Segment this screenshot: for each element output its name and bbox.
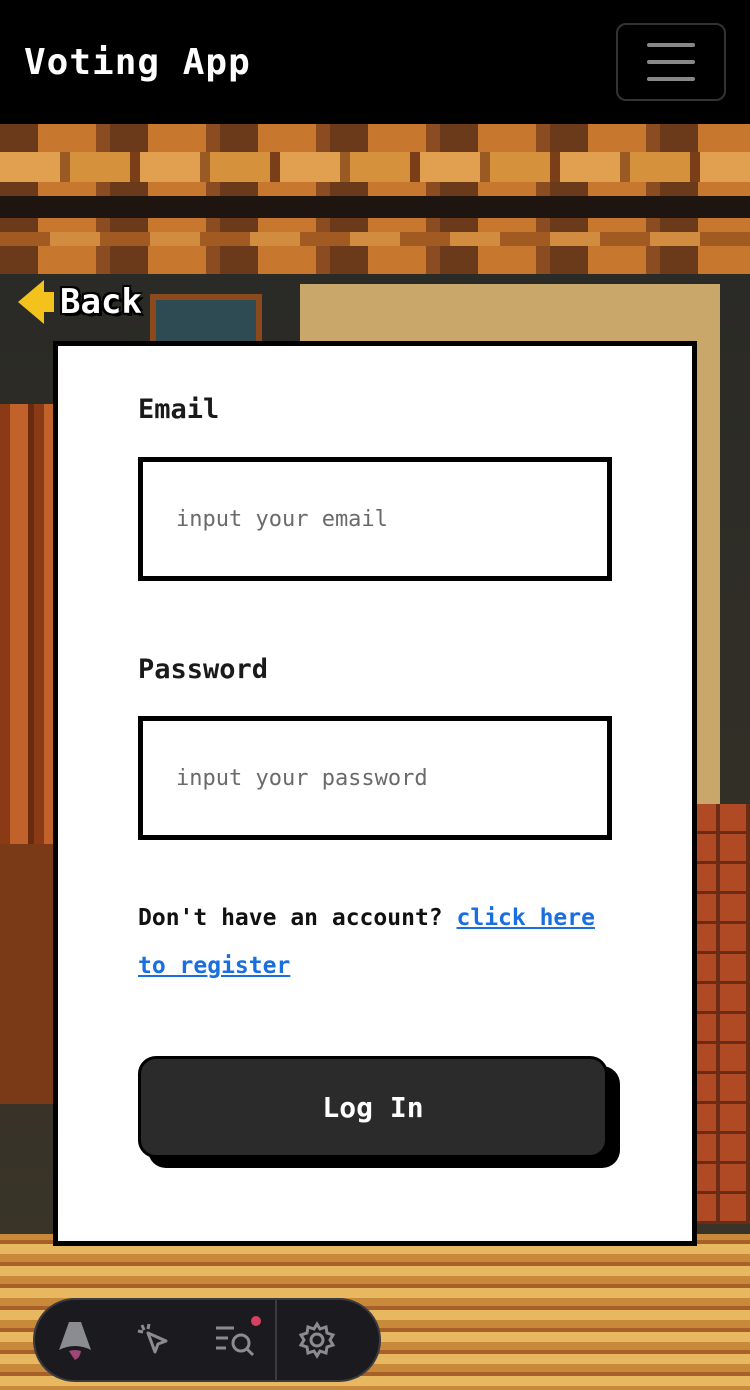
inspect-button[interactable] <box>115 1298 195 1382</box>
ceiling-band <box>0 152 750 182</box>
dev-toolbar <box>33 1298 381 1382</box>
password-field[interactable] <box>138 716 612 840</box>
ceiling-beam <box>0 196 750 218</box>
notification-dot <box>251 1316 261 1326</box>
top-navbar: Voting App <box>0 0 750 124</box>
settings-button[interactable] <box>277 1298 357 1382</box>
wooden-shelf <box>0 844 60 1104</box>
email-label: Email <box>138 394 220 425</box>
app-title[interactable]: Voting App <box>24 42 251 83</box>
login-card: Email Password Don't have an account? cl… <box>53 341 697 1246</box>
arrow-left-icon <box>18 280 54 324</box>
login-button-wrap: Log In <box>138 1056 620 1168</box>
hamburger-icon <box>647 60 695 64</box>
hamburger-icon <box>647 43 695 47</box>
gear-icon <box>298 1321 336 1359</box>
brick-wall <box>690 804 750 1224</box>
account-prompt-text: Don't have an account? <box>138 905 443 931</box>
pointer-inspect-icon <box>137 1323 168 1354</box>
register-prompt: Don't have an account? click here to reg… <box>138 894 618 990</box>
menu-toggle-button[interactable] <box>616 23 726 101</box>
back-label: Back <box>60 282 142 322</box>
astro-menu-button[interactable] <box>35 1298 115 1382</box>
audit-search-icon <box>216 1326 255 1357</box>
astro-logo-icon <box>59 1322 91 1360</box>
back-link[interactable]: Back <box>18 280 142 324</box>
password-label: Password <box>138 654 269 685</box>
hamburger-icon <box>647 77 695 81</box>
ceiling-trim <box>0 232 750 246</box>
email-field[interactable] <box>138 457 612 581</box>
login-button[interactable]: Log In <box>138 1056 608 1158</box>
audit-button[interactable] <box>195 1298 275 1382</box>
